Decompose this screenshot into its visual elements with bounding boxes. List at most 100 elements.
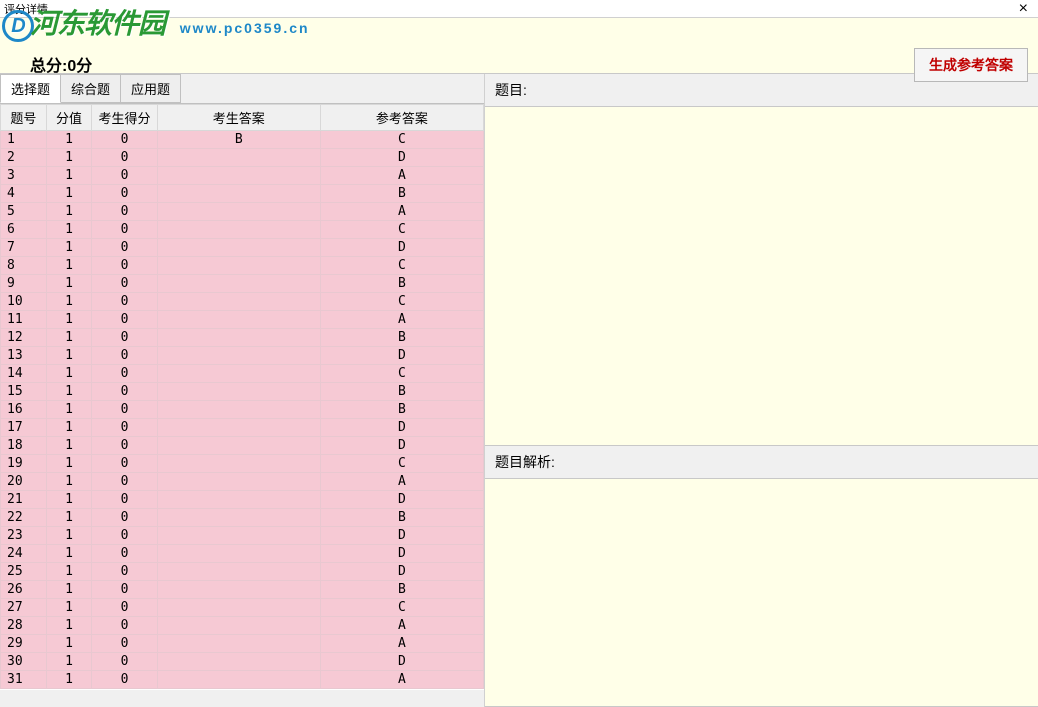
- cell-ref: C: [320, 131, 483, 149]
- cell-num: 27: [1, 599, 47, 617]
- cell-num: 11: [1, 311, 47, 329]
- table-row[interactable]: 510A: [1, 203, 484, 221]
- cell-num: 23: [1, 527, 47, 545]
- cell-ref: B: [320, 401, 483, 419]
- table-row[interactable]: 3010D: [1, 653, 484, 671]
- table-row[interactable]: 2110D: [1, 491, 484, 509]
- cell-ans: [157, 401, 320, 419]
- table-row[interactable]: 2910A: [1, 635, 484, 653]
- table-row[interactable]: 2210B: [1, 509, 484, 527]
- cell-score: 0: [92, 563, 157, 581]
- cell-ans: [157, 599, 320, 617]
- table-row[interactable]: 310A: [1, 167, 484, 185]
- table-row[interactable]: 3110A: [1, 671, 484, 689]
- cell-num: 19: [1, 455, 47, 473]
- table-row[interactable]: 2710C: [1, 599, 484, 617]
- tab-2[interactable]: 应用题: [120, 74, 181, 103]
- cell-ans: [157, 149, 320, 167]
- table-row[interactable]: 810C: [1, 257, 484, 275]
- cell-num: 28: [1, 617, 47, 635]
- generate-answers-button[interactable]: 生成参考答案: [914, 48, 1028, 82]
- cell-num: 13: [1, 347, 47, 365]
- cell-ans: [157, 509, 320, 527]
- table-row[interactable]: 110BC: [1, 131, 484, 149]
- cell-val: 1: [46, 617, 92, 635]
- cell-score: 0: [92, 581, 157, 599]
- cell-num: 30: [1, 653, 47, 671]
- cell-ref: D: [320, 545, 483, 563]
- cell-ans: [157, 239, 320, 257]
- cell-ans: [157, 185, 320, 203]
- top-panel: 总分:0分 生成参考答案: [0, 18, 1038, 74]
- column-header[interactable]: 参考答案: [320, 105, 483, 131]
- cell-score: 0: [92, 365, 157, 383]
- table-row[interactable]: 410B: [1, 185, 484, 203]
- table-row[interactable]: 2510D: [1, 563, 484, 581]
- cell-val: 1: [46, 131, 92, 149]
- table-row[interactable]: 910B: [1, 275, 484, 293]
- right-pane: 题目: 题目解析:: [485, 74, 1038, 707]
- table-row[interactable]: 2610B: [1, 581, 484, 599]
- column-header[interactable]: 考生答案: [157, 105, 320, 131]
- cell-ans: [157, 617, 320, 635]
- cell-score: 0: [92, 347, 157, 365]
- table-row[interactable]: 1610B: [1, 401, 484, 419]
- cell-ref: A: [320, 671, 483, 689]
- answers-table-wrap[interactable]: 题号分值考生得分考生答案参考答案 110BC210D310A410B510A61…: [0, 104, 484, 690]
- cell-num: 16: [1, 401, 47, 419]
- close-icon[interactable]: ×: [1013, 0, 1034, 18]
- cell-ans: [157, 437, 320, 455]
- cell-ref: A: [320, 617, 483, 635]
- cell-num: 21: [1, 491, 47, 509]
- horizontal-scrollbar[interactable]: [0, 690, 484, 707]
- cell-ref: D: [320, 653, 483, 671]
- table-row[interactable]: 1510B: [1, 383, 484, 401]
- tab-1[interactable]: 综合题: [60, 74, 121, 103]
- tab-0[interactable]: 选择题: [0, 74, 61, 103]
- column-header[interactable]: 分值: [46, 105, 92, 131]
- analysis-body: [485, 479, 1038, 707]
- cell-val: 1: [46, 671, 92, 689]
- table-row[interactable]: 610C: [1, 221, 484, 239]
- cell-val: 1: [46, 419, 92, 437]
- cell-score: 0: [92, 419, 157, 437]
- cell-num: 29: [1, 635, 47, 653]
- cell-num: 6: [1, 221, 47, 239]
- left-pane: 选择题综合题应用题 题号分值考生得分考生答案参考答案 110BC210D310A…: [0, 74, 485, 707]
- table-row[interactable]: 2010A: [1, 473, 484, 491]
- cell-num: 31: [1, 671, 47, 689]
- table-row[interactable]: 1410C: [1, 365, 484, 383]
- table-row[interactable]: 1910C: [1, 455, 484, 473]
- cell-val: 1: [46, 257, 92, 275]
- cell-val: 1: [46, 581, 92, 599]
- column-header[interactable]: 考生得分: [92, 105, 157, 131]
- cell-val: 1: [46, 491, 92, 509]
- table-row[interactable]: 1010C: [1, 293, 484, 311]
- table-row[interactable]: 210D: [1, 149, 484, 167]
- cell-score: 0: [92, 383, 157, 401]
- question-section: 题目:: [485, 74, 1038, 446]
- column-header[interactable]: 题号: [1, 105, 47, 131]
- cell-num: 7: [1, 239, 47, 257]
- table-row[interactable]: 1710D: [1, 419, 484, 437]
- cell-ref: C: [320, 221, 483, 239]
- table-row[interactable]: 2310D: [1, 527, 484, 545]
- table-row[interactable]: 1310D: [1, 347, 484, 365]
- table-row[interactable]: 1110A: [1, 311, 484, 329]
- total-score-label: 总分:0分: [30, 52, 92, 76]
- cell-ref: B: [320, 581, 483, 599]
- cell-num: 5: [1, 203, 47, 221]
- cell-ans: [157, 419, 320, 437]
- table-row[interactable]: 1810D: [1, 437, 484, 455]
- cell-ref: D: [320, 527, 483, 545]
- cell-ans: [157, 167, 320, 185]
- answers-table: 题号分值考生得分考生答案参考答案 110BC210D310A410B510A61…: [0, 104, 484, 689]
- table-row[interactable]: 2410D: [1, 545, 484, 563]
- cell-val: 1: [46, 527, 92, 545]
- cell-num: 22: [1, 509, 47, 527]
- cell-score: 0: [92, 509, 157, 527]
- table-row[interactable]: 2810A: [1, 617, 484, 635]
- cell-ref: C: [320, 455, 483, 473]
- table-row[interactable]: 1210B: [1, 329, 484, 347]
- table-row[interactable]: 710D: [1, 239, 484, 257]
